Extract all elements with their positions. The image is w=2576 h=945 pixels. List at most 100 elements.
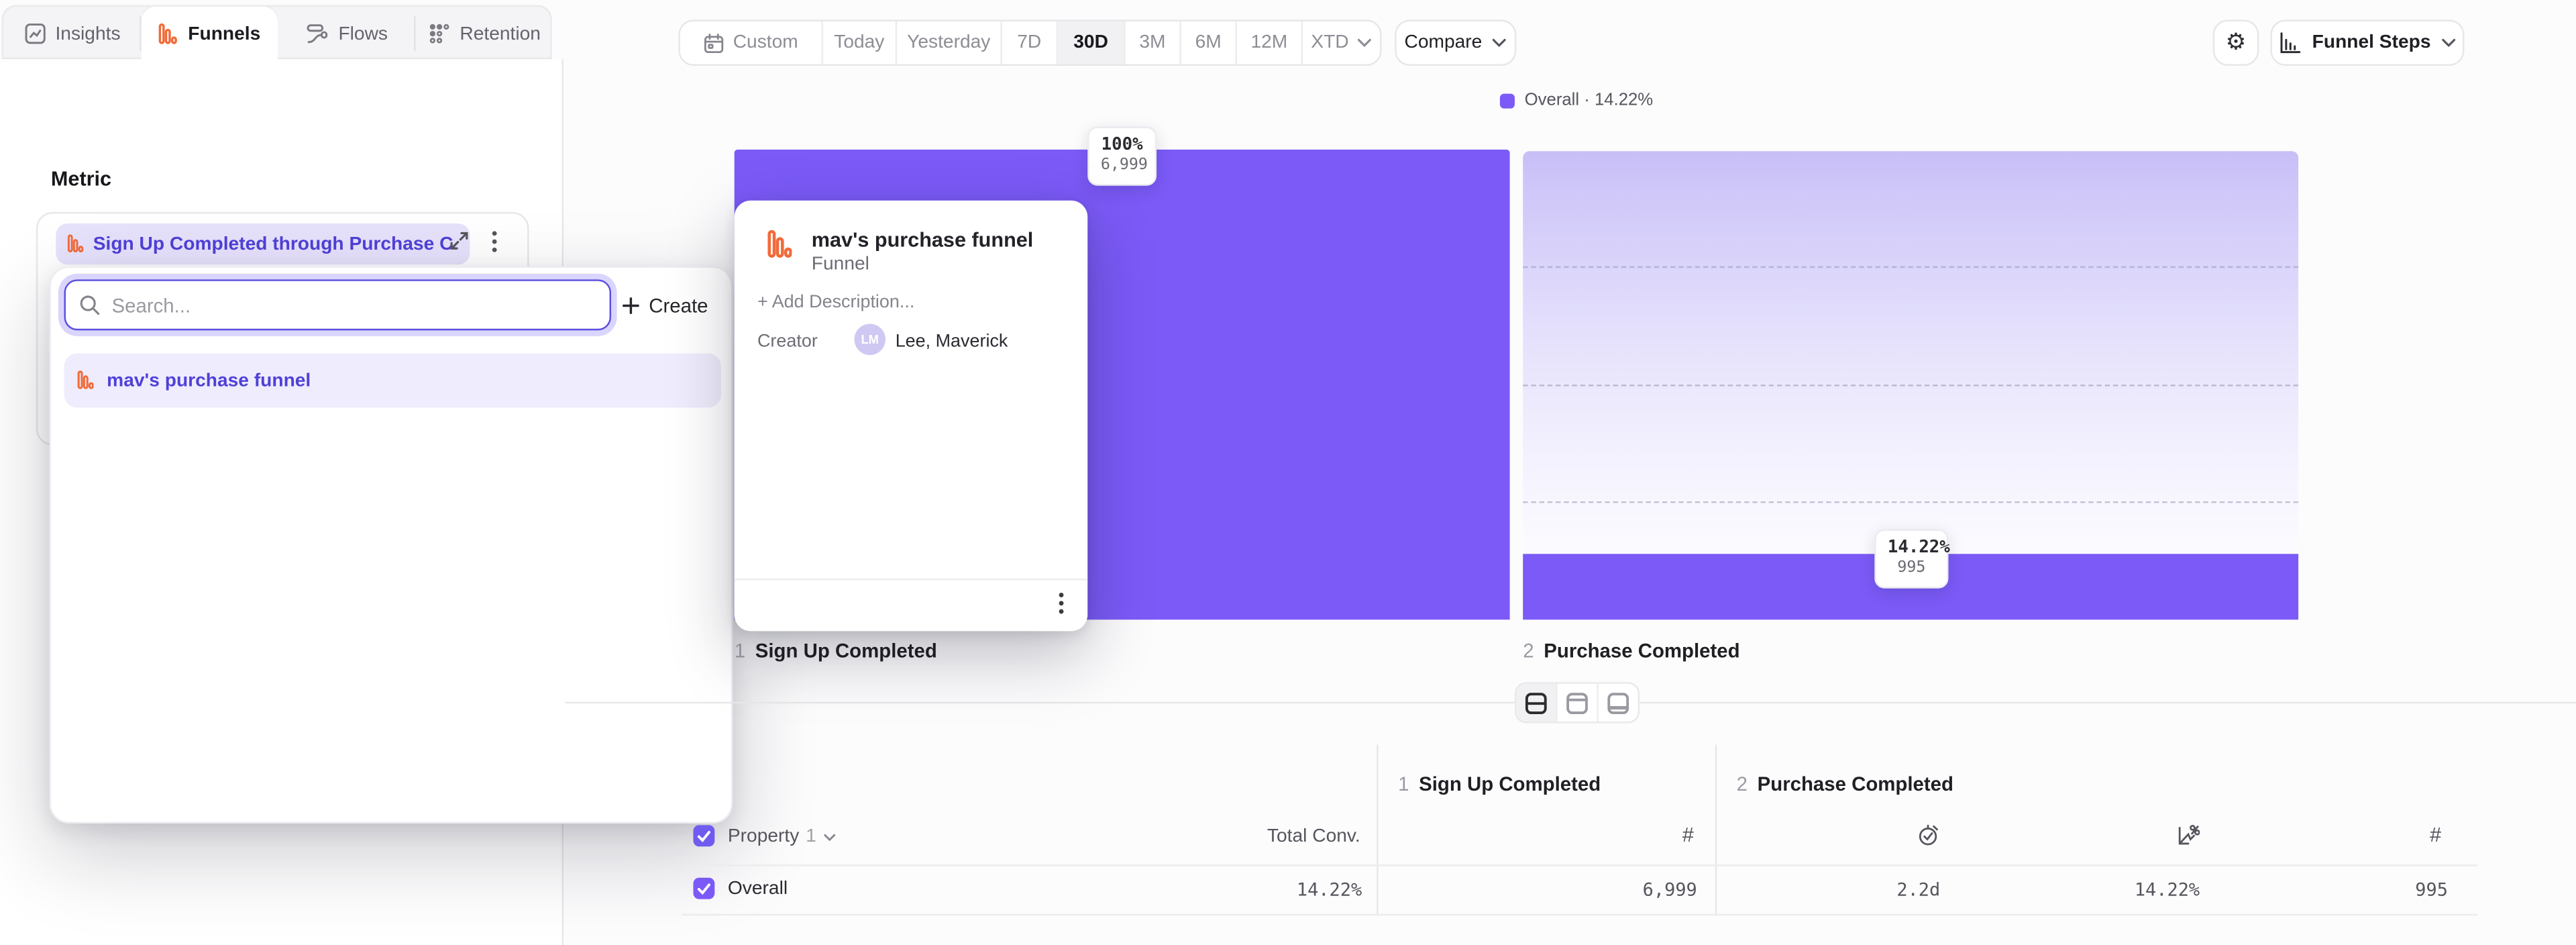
range-label: Yesterday [907, 33, 990, 52]
step2-count: 995 [1888, 559, 1935, 579]
plus-icon [623, 297, 639, 313]
range-label: Today [834, 33, 884, 52]
add-description-link[interactable]: + Add Description... [757, 293, 914, 312]
table-view-icon [1607, 691, 1629, 714]
count-column-icon[interactable]: # [2430, 824, 2441, 846]
layout-toggle-group [1515, 682, 1640, 723]
range-today[interactable]: Today [823, 21, 897, 64]
metric-card-type: Funnel [812, 255, 869, 275]
step-number: 2 [1737, 773, 1748, 795]
row-count: 995 [2415, 879, 2448, 901]
chart-settings-button[interactable]: ⚙ [2213, 19, 2259, 66]
range-label: 12M [1250, 33, 1287, 52]
tab-label: Retention [460, 24, 541, 44]
expand-icon [449, 230, 470, 252]
legend-label: Overall · 14.22% [1525, 91, 1654, 110]
funnel-result-icon [77, 370, 93, 391]
table-column-separator [1377, 744, 1378, 915]
range-3m[interactable]: 3M [1126, 21, 1181, 64]
table-header-divider [682, 864, 2477, 866]
total-conv-header[interactable]: Total Conv. [1267, 827, 1360, 846]
chart-legend[interactable]: Overall · 14.22% [1500, 91, 1653, 110]
conversion-rate-column-icon[interactable] [2177, 824, 2200, 846]
gridline-75pct [1523, 266, 2298, 268]
range-6m[interactable]: 6M [1181, 21, 1237, 64]
metric-pill[interactable]: Sign Up Completed through Purchase C... [56, 223, 470, 264]
search-result-label: mav's purchase funnel [107, 370, 311, 390]
tab-retention[interactable]: Retention [416, 7, 554, 61]
range-label: 3M [1139, 33, 1165, 52]
expand-metric-button[interactable] [449, 230, 470, 252]
gridline-50pct [1523, 385, 2298, 386]
funnel-card-icon [767, 228, 792, 261]
check-icon [696, 830, 711, 843]
range-label: 6M [1195, 33, 1222, 52]
range-label: 7D [1017, 33, 1041, 52]
range-label: Custom [733, 33, 798, 52]
property-header[interactable]: Property 1 [728, 827, 836, 846]
layout-chart-view-button[interactable] [1558, 684, 1599, 722]
dropoff-gradient-step2 [1523, 150, 2298, 553]
chevron-down-icon [1492, 38, 1507, 48]
select-all-checkbox[interactable] [693, 825, 714, 846]
kebab-icon [1058, 592, 1065, 615]
create-button[interactable]: Create [616, 281, 714, 329]
range-30d[interactable]: 30D [1058, 21, 1125, 64]
range-label: XTD [1311, 33, 1348, 52]
count-column-icon[interactable]: # [1682, 824, 1694, 846]
bar-value-tooltip-step2: 14.22% 995 [1874, 530, 1948, 588]
report-tabstrip: Insights Funnels Flows [1, 5, 551, 59]
visualization-selector[interactable]: Funnel Steps [2270, 19, 2464, 66]
creator-name: Lee, Maverick [896, 332, 1008, 352]
metric-kebab-button[interactable] [491, 230, 498, 253]
split-view-icon [1525, 691, 1548, 714]
table-group-header-step1: 1 Sign Up Completed [1398, 773, 1601, 795]
step-name: Purchase Completed [1544, 640, 1739, 662]
compare-button[interactable]: Compare [1395, 19, 1516, 66]
table-group-header-step2: 2 Purchase Completed [1737, 773, 1953, 795]
metric-heading: Metric [51, 168, 111, 191]
range-yesterday[interactable]: Yesterday [897, 21, 1002, 64]
range-xtd[interactable]: XTD [1303, 21, 1380, 64]
range-label: 30D [1073, 33, 1108, 52]
metric-card-title: mav's purchase funnel [812, 228, 1034, 251]
row-step1-count: 6,999 [1643, 879, 1697, 901]
tab-label: Insights [55, 24, 120, 44]
chevron-down-icon [1357, 38, 1372, 48]
card-kebab-button[interactable] [1058, 592, 1065, 615]
layout-table-view-button[interactable] [1599, 684, 1638, 722]
kebab-icon [491, 230, 498, 253]
card-divider [735, 579, 1088, 580]
search-input[interactable] [112, 293, 596, 316]
search-result-item[interactable]: mav's purchase funnel [64, 354, 722, 408]
layout-split-view-button[interactable] [1516, 684, 1557, 722]
range-12m[interactable]: 12M [1237, 21, 1303, 64]
metric-detail-card: mav's purchase funnel Funnel + Add Descr… [735, 201, 1088, 632]
chart-view-icon [1566, 691, 1589, 714]
tab-flows[interactable]: Flows [278, 7, 416, 61]
gridline-25pct [1523, 501, 2298, 503]
row-checkbox[interactable] [693, 878, 714, 899]
range-custom[interactable]: Custom [680, 21, 823, 64]
table-column-separator [1715, 744, 1717, 915]
step2-percent: 14.22% [1888, 536, 1935, 559]
property-label: Property [728, 827, 799, 846]
step-number: 1 [735, 640, 745, 662]
calendar-icon [704, 32, 725, 54]
step-name: Sign Up Completed [755, 640, 937, 662]
visualization-label: Funnel Steps [2312, 33, 2431, 52]
tab-insights[interactable]: Insights [3, 7, 142, 61]
funnels-icon [158, 23, 178, 46]
tab-label: Flows [338, 24, 388, 44]
range-7d[interactable]: 7D [1002, 21, 1058, 64]
avg-time-column-icon[interactable] [1917, 824, 1940, 846]
retention-icon [429, 23, 450, 44]
funnel-metric-icon [67, 234, 83, 255]
step1-count: 6,999 [1101, 156, 1144, 177]
creator-avatar: LM [854, 324, 885, 355]
step-number: 1 [1398, 773, 1409, 795]
metric-pill-label: Sign Up Completed through Purchase C... [93, 234, 455, 254]
tab-funnels[interactable]: Funnels [142, 7, 278, 62]
bar-value-tooltip-step1: 100% 6,999 [1087, 127, 1157, 185]
chevron-down-icon [823, 832, 837, 840]
